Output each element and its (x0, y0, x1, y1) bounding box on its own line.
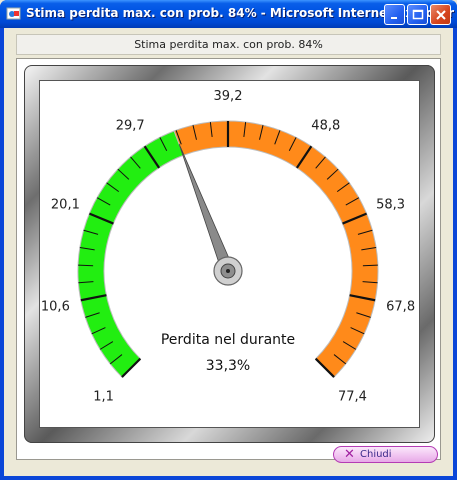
gauge-tick-label: 58,3 (376, 198, 405, 213)
close-button-label: Chiudi (360, 449, 392, 460)
gauge-panel: 1,1 10,6 20,1 29,7 39,2 48,8 58,3 67,8 77,4 Perd… (16, 58, 441, 460)
maximize-button[interactable] (407, 4, 428, 25)
gauge-tick-label: 10,6 (41, 299, 70, 314)
gauge-needle (178, 143, 235, 274)
close-window-button[interactable] (430, 4, 451, 25)
gauge-tick-label: 48,8 (311, 119, 340, 134)
gauge-tick-label: 39,2 (214, 89, 243, 104)
close-button[interactable]: ✕ Chiudi (333, 446, 438, 463)
minimize-button[interactable] (384, 4, 405, 25)
gauge-face: 1,1 10,6 20,1 29,7 39,2 48,8 58,3 67,8 77,4 Perd… (39, 80, 420, 428)
page-header-label: Stima perdita max. con prob. 84% (134, 38, 323, 51)
gauge-tick-label: 77,4 (338, 389, 367, 404)
page-header: Stima perdita max. con prob. 84% (16, 34, 441, 55)
gauge-minor-tick (78, 264, 94, 267)
page-content: Stima perdita max. con prob. 84% 1,1 10,6… (4, 28, 453, 476)
gauge-minor-tick (362, 264, 378, 267)
gauge-tick-label: 1,1 (93, 389, 114, 404)
close-icon: ✕ (344, 447, 355, 462)
gauge-chart: 1,1 10,6 20,1 29,7 39,2 48,8 58,3 67,8 77,4 Perd… (41, 89, 415, 404)
gauge-frame: 1,1 10,6 20,1 29,7 39,2 48,8 58,3 67,8 77,4 Perd… (24, 65, 435, 443)
gauge-hub-pin (226, 269, 230, 273)
gauge-tick-label: 29,7 (116, 119, 145, 134)
gauge-center-label: Perdita nel durante (161, 332, 295, 348)
ie-icon (6, 6, 22, 22)
gauge-tick-label: 20,1 (51, 198, 80, 213)
title-bar[interactable]: Stima perdita max. con prob. 84% - Micro… (0, 0, 457, 28)
gauge-center-value: 33,3% (206, 358, 250, 374)
gauge-tick-label: 67,8 (386, 299, 415, 314)
browser-window: Stima perdita max. con prob. 84% - Micro… (0, 0, 457, 480)
